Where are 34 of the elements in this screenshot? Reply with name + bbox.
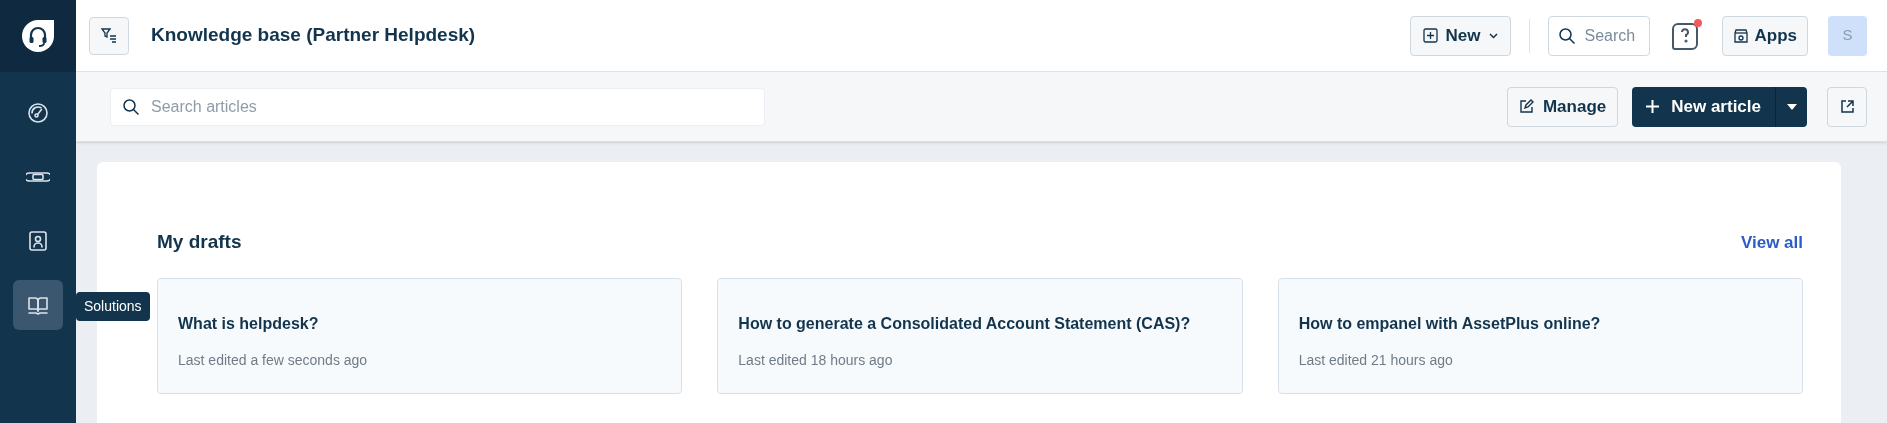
contact-icon [26, 229, 50, 253]
draft-title: How to empanel with AssetPlus online? [1298, 313, 1602, 334]
new-button[interactable]: New [1409, 15, 1511, 56]
plus-icon [1646, 100, 1660, 113]
section-title: My drafts [157, 230, 242, 254]
draft-card[interactable]: What is helpdesk? Last edited a few seconds ago [157, 277, 683, 394]
view-all-link[interactable]: View all [1740, 229, 1803, 255]
tooltip: Solutions [76, 292, 150, 321]
search-icon [122, 97, 140, 116]
headset-logo-icon [20, 18, 56, 54]
search-articles-field[interactable]: Search articles [110, 87, 765, 126]
apps-button[interactable]: Apps [1721, 15, 1808, 56]
caret-icon [1488, 32, 1498, 39]
store-icon [1732, 27, 1749, 44]
draft-meta: Last edited a few seconds ago [178, 350, 369, 370]
draft-meta: Last edited 21 hours ago [1298, 350, 1454, 370]
page-title: Knowledge base (Partner Helpdesk) [151, 23, 476, 48]
edit-icon [1518, 99, 1534, 114]
draft-title: What is helpdesk? [178, 313, 320, 334]
external-link-icon [1839, 99, 1855, 114]
filter-icon [100, 26, 118, 45]
search-field[interactable]: Search [1547, 15, 1650, 56]
filter-toggle-button[interactable] [89, 16, 129, 55]
sidebar-nav-item[interactable] [13, 280, 63, 330]
gauge-icon [26, 101, 50, 125]
draft-card[interactable]: How to generate a Consolidated Account Statement (CAS)? Last edited 18 hours ago [717, 277, 1243, 394]
caret-icon [1786, 103, 1797, 110]
search-icon [1557, 26, 1576, 45]
manage-button[interactable]: Manage [1506, 86, 1619, 127]
plus-square-icon [1422, 28, 1438, 43]
draft-meta: Last edited 18 hours ago [738, 350, 894, 370]
draft-title: How to generate a Consolidated Account Statement (CAS)? [738, 313, 1192, 334]
open-external-button[interactable] [1827, 86, 1867, 127]
draft-card[interactable]: How to empanel with AssetPlus online? Last edited 21 hours ago [1277, 277, 1803, 394]
